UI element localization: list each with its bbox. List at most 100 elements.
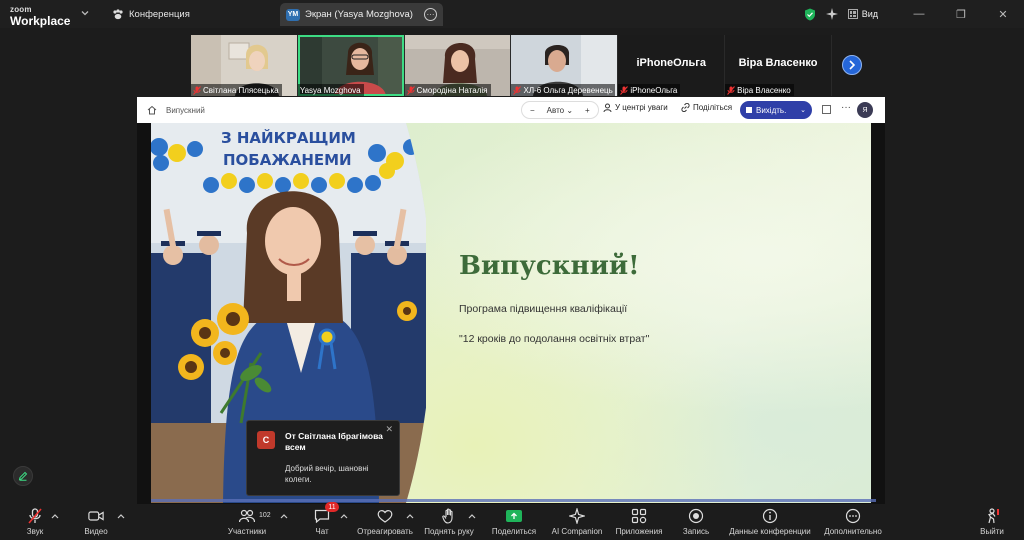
- leave-button[interactable]: Выйти: [957, 508, 1024, 536]
- banner-line-2: ПОБАЖАНЕМИ: [223, 151, 352, 169]
- meeting-tab[interactable]: Конференция: [112, 6, 190, 22]
- annotate-button[interactable]: [13, 466, 33, 486]
- mic-muted-icon: [193, 85, 201, 95]
- slide-title: Випускний!: [459, 251, 640, 281]
- app-logo: zoom Workplace: [10, 3, 71, 28]
- chevron-up-icon[interactable]: [117, 513, 125, 519]
- minimize-button[interactable]: —: [898, 0, 940, 28]
- next-page-button[interactable]: [842, 55, 862, 75]
- record-icon: [688, 508, 704, 524]
- pencil-icon: [18, 471, 28, 481]
- participant-display-name: iPhoneОльга: [636, 57, 706, 69]
- participants-button[interactable]: Участники: [212, 508, 282, 536]
- chevron-up-icon[interactable]: [51, 513, 59, 519]
- paw-icon: [113, 8, 123, 19]
- record-button[interactable]: Запись: [661, 508, 731, 536]
- logo-top: zoom: [10, 5, 32, 14]
- presentation-toolbar: Випускний − Авто ⌄ + У центрі уваги Поді…: [137, 97, 885, 123]
- mic-muted-icon: [620, 85, 629, 95]
- hand-icon: [442, 508, 453, 524]
- zoom-control: − Авто ⌄ +: [521, 101, 599, 119]
- spotlight-icon: [603, 103, 612, 112]
- participant-display-name: Віра Власенко: [738, 57, 818, 69]
- mic-muted-icon: [406, 85, 415, 95]
- share-scrollbar[interactable]: [151, 499, 876, 502]
- video-tile-no-camera[interactable]: Віра Власенко Віра Власенко: [725, 35, 831, 96]
- video-tile-active-speaker[interactable]: Yasya Mozghova: [297, 35, 404, 96]
- chevron-right-icon: [849, 60, 856, 70]
- participants-count: 102: [259, 512, 271, 519]
- user-avatar[interactable]: Я: [857, 102, 873, 118]
- spotlight-button[interactable]: У центрі уваги: [603, 103, 668, 112]
- security-shield-icon[interactable]: [804, 8, 816, 21]
- video-camera-icon: [88, 511, 104, 521]
- meeting-tab-label: Конференция: [129, 8, 190, 20]
- zoom-select[interactable]: Авто ⌄: [547, 106, 573, 115]
- title-bar-right: Вид — ❐ ✕: [804, 0, 1024, 28]
- participant-name: ХЛ-6 Ольга Деревенець: [511, 84, 616, 96]
- view-button[interactable]: Вид: [847, 9, 878, 19]
- zoom-meeting-window: zoom Workplace Конференция YM Экран (Yas…: [0, 0, 1024, 540]
- chevron-down-icon: ⌄: [800, 107, 806, 114]
- stop-icon: [746, 107, 752, 113]
- apps-icon: [631, 508, 647, 524]
- participant-name: Світлана Плясецька: [191, 84, 282, 96]
- more-options-icon[interactable]: ···: [424, 8, 437, 21]
- share-screen-button[interactable]: Поделиться: [479, 508, 549, 536]
- chat-notification[interactable]: С От Світлана Ібрагімова всем Добрий веч…: [246, 420, 400, 496]
- zoom-in-button[interactable]: +: [585, 106, 590, 115]
- heart-icon: [377, 510, 393, 523]
- sharer-badge: YM: [286, 8, 300, 21]
- chat-sender: От Світлана Ібрагімова всем: [285, 431, 383, 452]
- ai-sparkle-icon[interactable]: [825, 8, 838, 20]
- participant-name: iPhoneОльга: [618, 84, 681, 96]
- participant-name: Смородіна Наталія: [404, 84, 491, 96]
- screen-tab-label: Экран (Yasya Mozghova): [305, 9, 413, 20]
- mic-muted-icon: [28, 508, 42, 524]
- share-screen-icon: [506, 510, 522, 522]
- leave-icon: [988, 508, 999, 524]
- ai-companion-button[interactable]: AI Companion: [542, 508, 612, 536]
- participants-icon: [239, 509, 255, 523]
- video-tile[interactable]: Світлана Плясецька: [191, 35, 297, 96]
- screen-share-tab[interactable]: YM Экран (Yasya Mozghova) ···: [280, 3, 443, 26]
- link-icon: [681, 103, 690, 112]
- close-button[interactable]: ✕: [982, 0, 1024, 28]
- chat-unread-badge: 11: [325, 502, 339, 512]
- share-link-button[interactable]: Поділіться: [681, 103, 732, 112]
- home-icon[interactable]: [147, 105, 157, 115]
- banner-line-1: З НАЙКРАЩИМ: [221, 128, 356, 147]
- maximize-button[interactable]: ❐: [940, 0, 982, 28]
- audio-button[interactable]: Звук: [0, 508, 70, 536]
- exit-presentation-button[interactable]: Вихідть. ⌄: [740, 101, 812, 119]
- zoom-out-button[interactable]: −: [530, 106, 535, 115]
- chevron-up-icon[interactable]: [468, 513, 476, 519]
- fullscreen-icon[interactable]: [822, 105, 831, 114]
- close-icon[interactable]: ✕: [385, 424, 393, 435]
- slide-subtitle: Програма підвищення кваліфікації: [459, 303, 628, 315]
- info-icon: [762, 508, 778, 524]
- video-strip: Світлана Плясецька Yasya Mozghova Смород…: [191, 35, 832, 96]
- more-icon[interactable]: ···: [841, 102, 851, 113]
- sender-avatar: С: [257, 431, 275, 449]
- slide-quote: "12 кроків до подолання освітніх втрат": [459, 333, 650, 345]
- ai-sparkle-icon: [569, 508, 585, 524]
- grid-view-icon: [847, 9, 858, 19]
- title-bar: zoom Workplace Конференция YM Экран (Yas…: [0, 0, 1024, 28]
- chevron-up-icon[interactable]: [406, 513, 414, 519]
- video-tile-no-camera[interactable]: iPhoneОльга iPhoneОльга: [618, 35, 725, 96]
- video-tile[interactable]: ХЛ-6 Ольга Деревенець: [511, 35, 618, 96]
- logo-bottom: Workplace: [10, 14, 71, 28]
- meeting-controls: Звук Видео Участники 102 11 Чат Отреагир…: [0, 502, 1024, 540]
- chat-message: Добрий вечір, шановні колеги.: [285, 464, 369, 484]
- meeting-info-button[interactable]: Данные конференции: [729, 508, 811, 536]
- participant-name: Yasya Mozghova: [297, 84, 364, 96]
- participant-name: Віра Власенко: [725, 84, 794, 96]
- mic-muted-icon: [727, 85, 736, 95]
- breadcrumb[interactable]: Випускний: [166, 106, 205, 115]
- more-button[interactable]: Дополнительно: [818, 508, 888, 536]
- chevron-down-icon[interactable]: [80, 8, 90, 18]
- chevron-up-icon[interactable]: [340, 513, 348, 519]
- video-tile[interactable]: Смородіна Наталія: [404, 35, 511, 96]
- mic-muted-icon: [513, 85, 522, 95]
